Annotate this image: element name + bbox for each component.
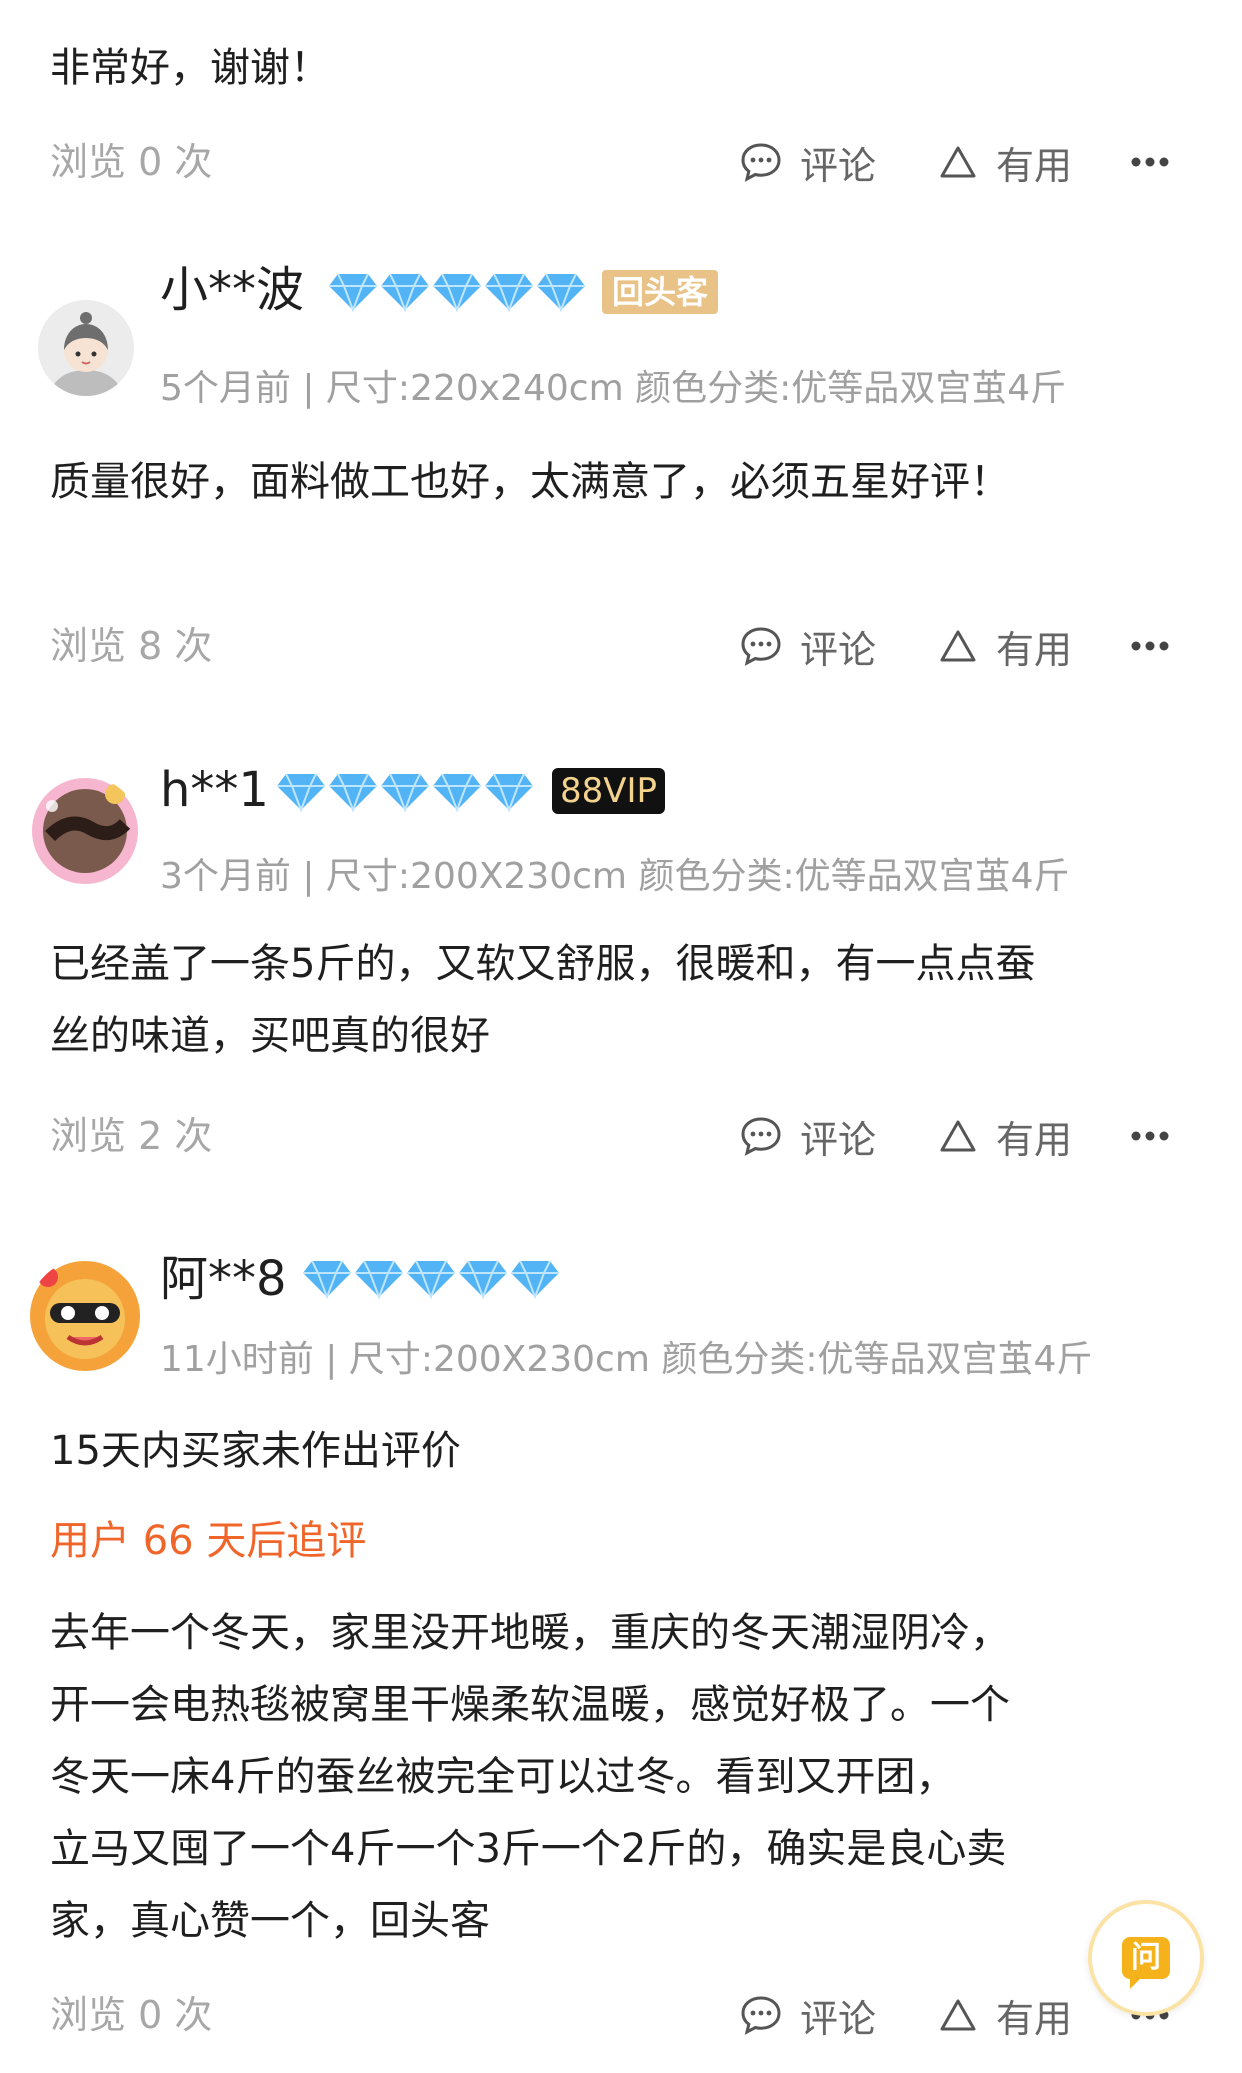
review-card: 阿**8 11小时前 | 尺寸:200X230cm 颜色分类:优等品双宫茧4斤 … [0,1245,1242,2073]
more-button[interactable] [1130,132,1188,192]
comment-bubble-icon [741,1996,781,2035]
diamond-icon [381,273,429,312]
comment-bubble-icon [741,1117,781,1156]
review-meta: 11小时前 | 尺寸:200X230cm 颜色分类:优等品双宫茧4斤 [160,1339,1093,1380]
review-actions: 浏览 8 次 评论 有用 [50,616,1192,676]
diamond-icon [485,773,533,812]
avatar[interactable] [38,300,134,396]
more-dots-icon [1131,641,1169,651]
returning-customer-badge: 回头客 [602,270,719,314]
useful-button[interactable]: 有用 [938,1106,1072,1166]
useful-label: 有用 [996,627,1073,672]
triangle-thumb-icon [940,630,976,662]
avatar[interactable] [30,776,140,886]
comment-button[interactable]: 评论 [740,132,876,192]
diamond-icon [303,1260,351,1299]
username[interactable]: 小**波 [160,258,304,322]
review-card: 非常好，谢谢！ 浏览 0 次 评论 有用 [0,0,1242,200]
diamond-icon [485,273,533,312]
diamond-icon [407,1260,455,1299]
more-dots-icon [1131,157,1169,167]
diamond-icon [355,1260,403,1299]
diamond-icon [329,273,377,312]
vip-badge: 88VIP [552,768,666,814]
append-text-line: 冬天一床4斤的蚕丝被完全可以过冬。看到又开团， [50,1754,956,1800]
review-text: 15天内买家未作出评价 [50,1428,461,1474]
diamond-icon [433,273,481,312]
diamond-icon [329,773,377,812]
diamond-level [302,1259,560,1299]
triangle-thumb-icon [940,146,976,178]
diamond-icon [511,1260,559,1299]
diamond-level [276,772,534,812]
append-text-line: 家，真心赞一个，回头客 [50,1898,490,1944]
triangle-thumb-icon [940,1120,976,1152]
useful-label: 有用 [996,1117,1073,1162]
review-text-line: 丝的味道，买吧真的很好 [50,1013,490,1059]
review-meta: 3个月前 | 尺寸:200X230cm 颜色分类:优等品双宫茧4斤 [160,856,1070,897]
diamond-icon [381,773,429,812]
diamond-icon [537,273,585,312]
comment-bubble-icon [741,627,781,666]
append-review-label: 用户 66 天后追评 [50,1518,367,1564]
append-text-line: 开一会电热毯被窝里干燥柔软温暖，感觉好极了。一个 [50,1682,1010,1728]
review-card: h**1 88VIP 3个月前 | 尺寸:200X230cm 颜色分类:优等品双… [0,760,1242,1190]
useful-button[interactable]: 有用 [938,1985,1072,2045]
avatar[interactable] [28,1259,142,1373]
append-text-line: 立马又囤了一个4斤一个3斤一个2斤的，确实是良心卖 [50,1826,1007,1872]
review-actions: 浏览 2 次 评论 有用 [50,1106,1192,1166]
view-count: 浏览 0 次 [50,1993,213,2037]
view-count: 浏览 2 次 [50,1114,213,1158]
username[interactable]: 阿**8 [160,1247,287,1311]
comment-button[interactable]: 评论 [740,616,876,676]
comment-bubble-icon [741,143,781,182]
more-button[interactable] [1130,1106,1188,1166]
comment-label: 评论 [800,1117,877,1162]
triangle-thumb-icon [940,1999,976,2031]
review-card: 小**波 回头客 5个月前 | 尺寸:220x240cm 颜色分类:优等品双宫茧… [0,262,1242,690]
comment-button[interactable]: 评论 [740,1985,876,2045]
ask-question-button[interactable]: 问 [1088,1900,1204,2016]
useful-button[interactable]: 有用 [938,616,1072,676]
review-text-line: 已经盖了一条5斤的，又软又舒服，很暖和，有一点点蚕 [50,941,1036,987]
diamond-icon [459,1260,507,1299]
diamond-icon [277,773,325,812]
view-count: 浏览 0 次 [50,140,213,184]
review-actions: 浏览 0 次 评论 有用 [50,132,1192,192]
view-count: 浏览 8 次 [50,624,213,668]
review-text: 非常好，谢谢！ [50,45,330,91]
more-button[interactable] [1130,616,1188,676]
append-text-line: 去年一个冬天，家里没开地暖，重庆的冬天潮湿阴冷， [50,1610,1010,1656]
comment-label: 评论 [800,143,877,188]
diamond-icon [433,773,481,812]
useful-label: 有用 [996,143,1073,188]
username[interactable]: h**1 [160,758,269,822]
diamond-level [328,272,586,312]
useful-button[interactable]: 有用 [938,132,1072,192]
more-dots-icon [1131,1131,1169,1141]
comment-button[interactable]: 评论 [740,1106,876,1166]
review-actions: 浏览 0 次 评论 有用 [50,1985,1192,2045]
review-meta: 5个月前 | 尺寸:220x240cm 颜色分类:优等品双宫茧4斤 [160,368,1067,409]
question-icon: 问 [1122,1937,1170,1989]
review-text: 质量很好，面料做工也好，太满意了，必须五星好评！ [50,459,1010,505]
comment-label: 评论 [800,627,877,672]
comment-label: 评论 [800,1996,877,2041]
useful-label: 有用 [996,1996,1073,2041]
